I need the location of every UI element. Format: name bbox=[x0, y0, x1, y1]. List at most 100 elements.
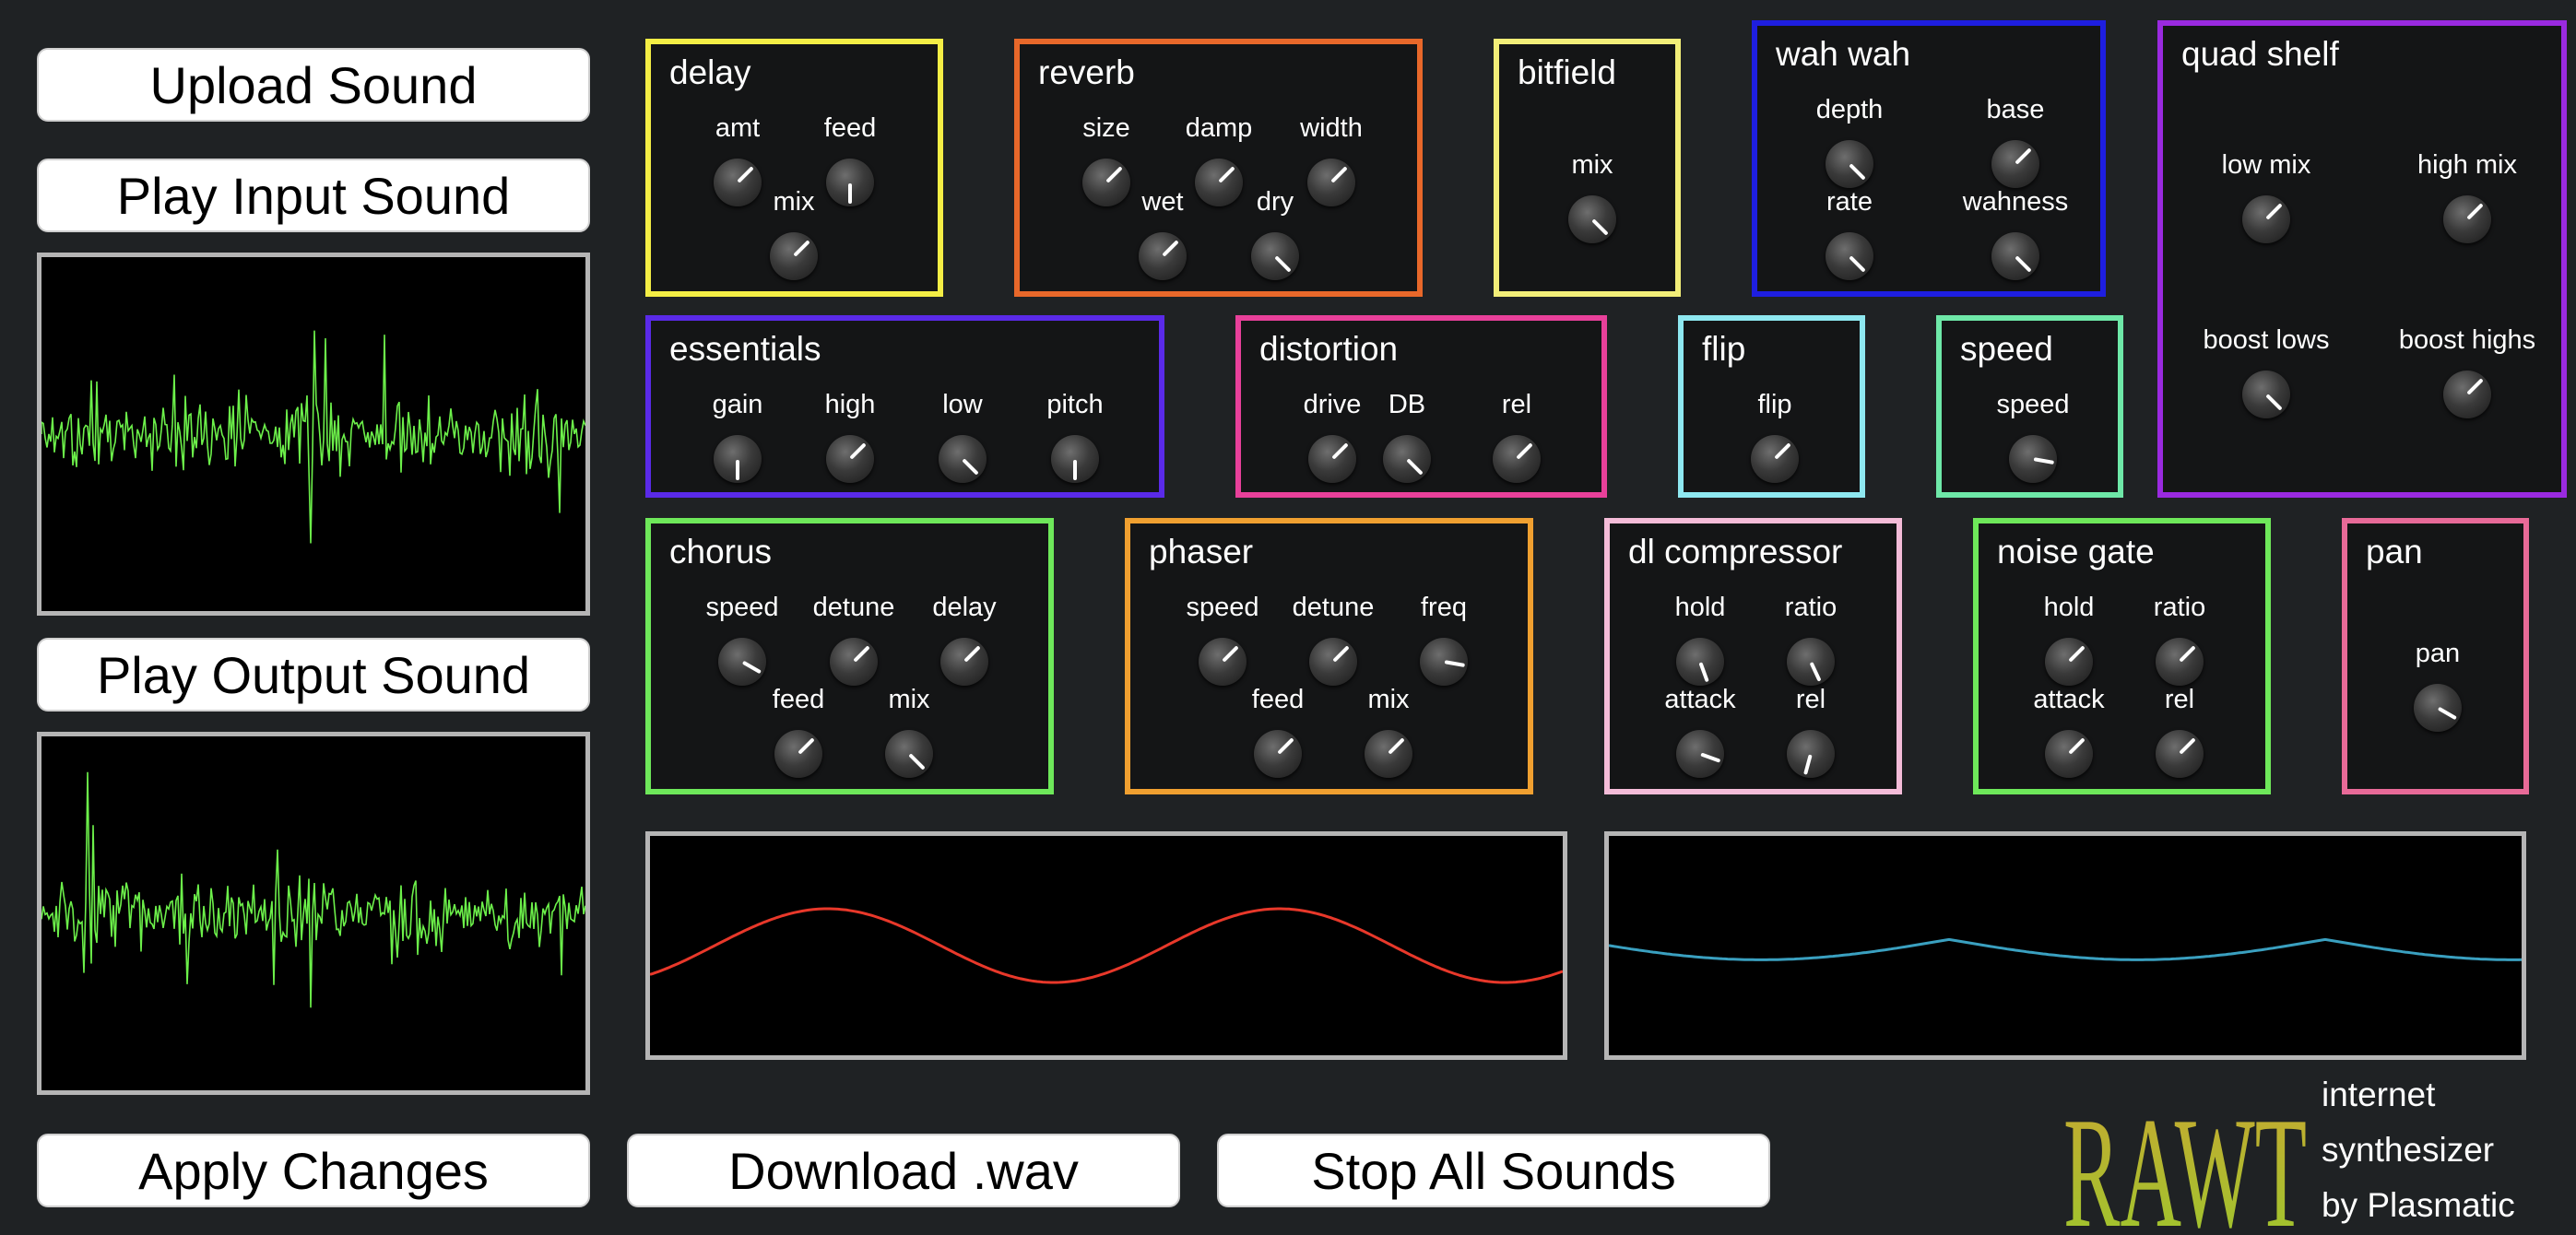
knob-dial[interactable] bbox=[826, 435, 874, 483]
knob-label: mix bbox=[1571, 150, 1613, 180]
knob-label: rel bbox=[1501, 390, 1532, 419]
play-output-sound-button[interactable]: Play Output Sound bbox=[37, 638, 590, 712]
knob-label: boost highs bbox=[2398, 325, 2536, 355]
knob-dial[interactable] bbox=[770, 232, 818, 280]
knob-indicator bbox=[793, 240, 810, 257]
essentials-title: essentials bbox=[669, 330, 821, 368]
knob-dial[interactable] bbox=[830, 638, 878, 686]
download-wav-button[interactable]: Download .wav bbox=[627, 1134, 1180, 1207]
essentials-panel: essentials gain high low pitch bbox=[645, 315, 1164, 498]
upload-sound-button[interactable]: Upload Sound bbox=[37, 48, 590, 122]
knob-indicator bbox=[1331, 442, 1349, 460]
knob-dial[interactable] bbox=[1676, 638, 1724, 686]
knob-indicator bbox=[2015, 255, 2032, 273]
knob-dial[interactable] bbox=[1787, 730, 1835, 778]
knob-label: delay bbox=[932, 593, 997, 622]
knob-indicator bbox=[1803, 754, 1813, 775]
lfo-cyan-graph bbox=[1609, 937, 2522, 961]
knob-indicator bbox=[2015, 147, 2032, 165]
knob-label: mix bbox=[1367, 685, 1410, 714]
logo-tagline-line2: synthesizer bbox=[2322, 1131, 2495, 1169]
knob-dial[interactable] bbox=[718, 638, 766, 686]
knob-dial[interactable] bbox=[2242, 370, 2290, 418]
knob-indicator bbox=[908, 753, 926, 770]
knob-dial[interactable] bbox=[885, 730, 933, 778]
knob-dial[interactable] bbox=[940, 638, 988, 686]
logo-tagline: internet synthesizer by Plasmatic bbox=[2322, 1067, 2515, 1233]
chorus-title: chorus bbox=[669, 533, 773, 570]
knob-label: mix bbox=[888, 685, 930, 714]
knob-indicator bbox=[2068, 645, 2086, 663]
knob-indicator bbox=[741, 660, 762, 675]
stop-all-sounds-button[interactable]: Stop All Sounds bbox=[1217, 1134, 1770, 1207]
knob-indicator bbox=[962, 458, 979, 476]
reverb-panel: reverb size damp width wet dry bbox=[1014, 39, 1423, 297]
knob-label: pitch bbox=[1046, 390, 1104, 419]
knob-indicator bbox=[1330, 166, 1348, 183]
knob-label: flip bbox=[1757, 390, 1792, 419]
knob-dial[interactable] bbox=[1383, 435, 1431, 483]
knob-label: rate bbox=[1826, 187, 1873, 217]
knob-dial[interactable] bbox=[1787, 638, 1835, 686]
knob-dial[interactable] bbox=[2045, 730, 2093, 778]
knob-label: low mix bbox=[2221, 150, 2311, 180]
knob-indicator bbox=[1774, 442, 1791, 460]
speed-title: speed bbox=[1960, 330, 2053, 368]
delay-panel: delay amt feed mix bbox=[645, 39, 943, 297]
knob-dial[interactable] bbox=[714, 435, 762, 483]
knob-dial[interactable] bbox=[1493, 435, 1541, 483]
knob-indicator bbox=[2068, 737, 2086, 755]
knob-dial[interactable] bbox=[1991, 232, 2039, 280]
lfo-cyan-display bbox=[1604, 831, 2526, 1060]
knob-dial[interactable] bbox=[1309, 638, 1357, 686]
knob-dial[interactable] bbox=[1420, 638, 1468, 686]
knob-dial[interactable] bbox=[1199, 638, 1247, 686]
knob-indicator bbox=[2466, 378, 2484, 395]
knob-indicator bbox=[737, 166, 754, 183]
knob-dial[interactable] bbox=[1251, 232, 1299, 280]
knob-indicator bbox=[2437, 706, 2457, 721]
knob-dial[interactable] bbox=[1991, 140, 2039, 188]
knob-indicator bbox=[2466, 203, 2484, 220]
knob-indicator bbox=[1698, 662, 1709, 683]
knob-dial[interactable] bbox=[1826, 140, 1873, 188]
knob-indicator bbox=[1105, 166, 1123, 183]
knob-label: width bbox=[1300, 113, 1363, 143]
knob-dial[interactable] bbox=[2045, 638, 2093, 686]
lfo-trace bbox=[1609, 937, 2522, 961]
dl-compressor-title: dl compressor bbox=[1628, 533, 1843, 570]
knob-dial[interactable] bbox=[1139, 232, 1187, 280]
knob-indicator bbox=[2265, 394, 2283, 411]
wah-wah-title: wah wah bbox=[1776, 35, 1911, 73]
speed-panel: speed speed bbox=[1936, 315, 2123, 498]
knob-dial[interactable] bbox=[1568, 195, 1616, 243]
knob-dial[interactable] bbox=[1308, 435, 1356, 483]
knob-dial[interactable] bbox=[774, 730, 822, 778]
knob-dial[interactable] bbox=[1365, 730, 1412, 778]
play-input-sound-button[interactable]: Play Input Sound bbox=[37, 159, 590, 232]
knob-dial[interactable] bbox=[1676, 730, 1724, 778]
knob-indicator bbox=[1277, 737, 1294, 755]
knob-dial[interactable] bbox=[2414, 684, 2462, 732]
knob-dial[interactable] bbox=[2156, 638, 2204, 686]
knob-dial[interactable] bbox=[1051, 435, 1099, 483]
knob-dial[interactable] bbox=[939, 435, 987, 483]
apply-changes-button[interactable]: Apply Changes bbox=[37, 1134, 590, 1207]
knob-dial[interactable] bbox=[2443, 195, 2491, 243]
knob-indicator bbox=[963, 645, 981, 663]
distortion-title: distortion bbox=[1259, 330, 1399, 368]
quad-shelf-title: quad shelf bbox=[2181, 35, 2339, 73]
knob-dial[interactable] bbox=[2009, 435, 2057, 483]
knob-indicator bbox=[1222, 645, 1239, 663]
knob-dial[interactable] bbox=[2156, 730, 2204, 778]
knob-indicator bbox=[1162, 240, 1179, 257]
knob-dial[interactable] bbox=[2443, 370, 2491, 418]
knob-dial[interactable] bbox=[1254, 730, 1302, 778]
knob-dial[interactable] bbox=[2242, 195, 2290, 243]
pan-title: pan bbox=[2366, 533, 2423, 570]
knob-dial[interactable] bbox=[1826, 232, 1873, 280]
knob-dial[interactable] bbox=[1751, 435, 1799, 483]
knob-indicator bbox=[1809, 662, 1822, 682]
knob-indicator bbox=[2179, 737, 2196, 755]
bitfield-panel: bitfield mix bbox=[1494, 39, 1681, 297]
